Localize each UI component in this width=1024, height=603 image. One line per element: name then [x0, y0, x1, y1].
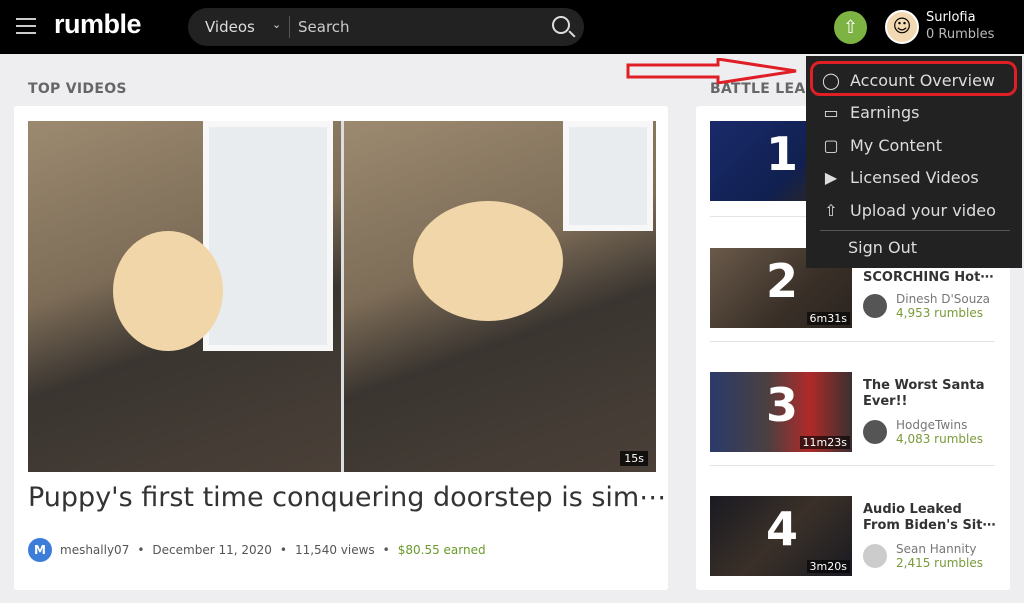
hamburger-menu-icon[interactable] — [16, 18, 36, 34]
leaderboard-title[interactable]: The Worst Santa Ever!! — [863, 378, 998, 410]
divider — [820, 230, 1010, 231]
section-heading-top-videos: TOP VIDEOS — [28, 81, 127, 97]
video-date: December 11, 2020 — [152, 543, 272, 557]
avatar[interactable]: ☺ — [885, 10, 919, 44]
leaderboard-item[interactable]: 3 11m23s The Worst Santa Ever!! HodgeTwin… — [710, 372, 1000, 454]
menu-item-licensed-videos[interactable]: ▶ Licensed Videos — [820, 165, 979, 189]
rank-number: 4 — [766, 502, 799, 556]
channel-name[interactable]: Sean Hannity — [896, 542, 977, 556]
channel-name[interactable]: Dinesh D'Souza — [896, 292, 990, 306]
chevron-down-icon[interactable]: ⌄ — [272, 18, 281, 31]
divider — [710, 341, 995, 342]
rumble-count: 4,953 rumbles — [896, 306, 983, 320]
rank-number: 1 — [766, 127, 799, 181]
channel-name[interactable]: meshally07 — [60, 543, 129, 557]
channel-avatar[interactable] — [863, 420, 887, 444]
arrow-annotation-icon — [626, 58, 797, 84]
channel-avatar[interactable] — [863, 294, 887, 318]
video-duration: 3m20s — [806, 560, 850, 573]
video-views: 11,540 views — [294, 543, 375, 557]
divider — [710, 465, 995, 466]
rumble-logo[interactable]: rumble — [54, 9, 142, 40]
rank-number: 3 — [766, 378, 799, 432]
menu-item-label: Earnings — [850, 102, 920, 122]
leaderboard-thumbnail[interactable]: 3 11m23s — [710, 372, 852, 452]
cloud-upload-icon: ⇧ — [824, 200, 838, 220]
highlight-annotation — [810, 61, 1017, 96]
video-duration: 11m23s — [799, 436, 850, 449]
play-circle-icon: ▶ — [824, 167, 838, 187]
video-duration: 15s — [620, 451, 648, 466]
leaderboard-item[interactable]: 4 3m20s Audio Leaked From Biden's Sit⋯ Se… — [710, 496, 1000, 578]
leaderboard-title[interactable]: SCORCHING Hot⋯ — [863, 270, 998, 286]
search-bar: Videos ⌄ Search — [188, 8, 584, 46]
video-thumbnail[interactable]: 15s — [28, 121, 656, 472]
leaderboard-title[interactable]: Audio Leaked From Biden's Sit⋯ — [863, 502, 998, 534]
menu-item-earnings[interactable]: ▭ Earnings — [820, 100, 919, 124]
video-duration: 6m31s — [806, 312, 850, 325]
separator-dot: • — [382, 543, 390, 557]
video-earned: $80.55 earned — [397, 543, 486, 557]
rank-number: 2 — [766, 254, 799, 308]
leaderboard-thumbnail[interactable]: 4 3m20s — [710, 496, 852, 576]
rumble-count: 4,083 rumbles — [896, 432, 983, 446]
video-title[interactable]: Puppy's first time conquering doorstep i… — [28, 482, 666, 513]
channel-avatar[interactable]: M — [28, 538, 52, 562]
divider — [289, 16, 290, 38]
rumble-count: 2,415 rumbles — [896, 556, 983, 570]
channel-name[interactable]: HodgeTwins — [896, 418, 967, 432]
user-rumbles: 0 Rumbles — [926, 27, 995, 42]
search-input[interactable]: Search — [298, 18, 350, 36]
user-name[interactable]: Surlofia — [926, 10, 976, 25]
menu-item-label: Upload your video — [850, 200, 996, 220]
separator-dot: • — [279, 543, 287, 557]
menu-item-label: Sign Out — [848, 237, 917, 257]
channel-avatar[interactable] — [863, 544, 887, 568]
search-category-select[interactable]: Videos — [205, 18, 255, 36]
menu-item-label: Licensed Videos — [850, 167, 979, 187]
search-icon[interactable] — [552, 16, 570, 34]
menu-item-upload-video[interactable]: ⇧ Upload your video — [820, 198, 996, 222]
menu-item-label: My Content — [850, 135, 942, 155]
menu-item-sign-out[interactable]: Sign Out — [848, 235, 917, 259]
separator-dot: • — [137, 543, 145, 557]
video-camera-icon: ▢ — [823, 135, 839, 155]
top-video-card: 15s Puppy's first time conquering doorst… — [14, 106, 668, 590]
clipboard-icon: ▭ — [823, 102, 839, 122]
menu-item-my-content[interactable]: ▢ My Content — [820, 133, 942, 157]
top-bar: rumble Videos ⌄ Search ⇧ ☺ Surlofia 0 Ru… — [0, 0, 1024, 54]
video-meta: M meshally07 • December 11, 2020 • 11,54… — [28, 538, 486, 562]
upload-icon[interactable]: ⇧ — [834, 11, 867, 44]
